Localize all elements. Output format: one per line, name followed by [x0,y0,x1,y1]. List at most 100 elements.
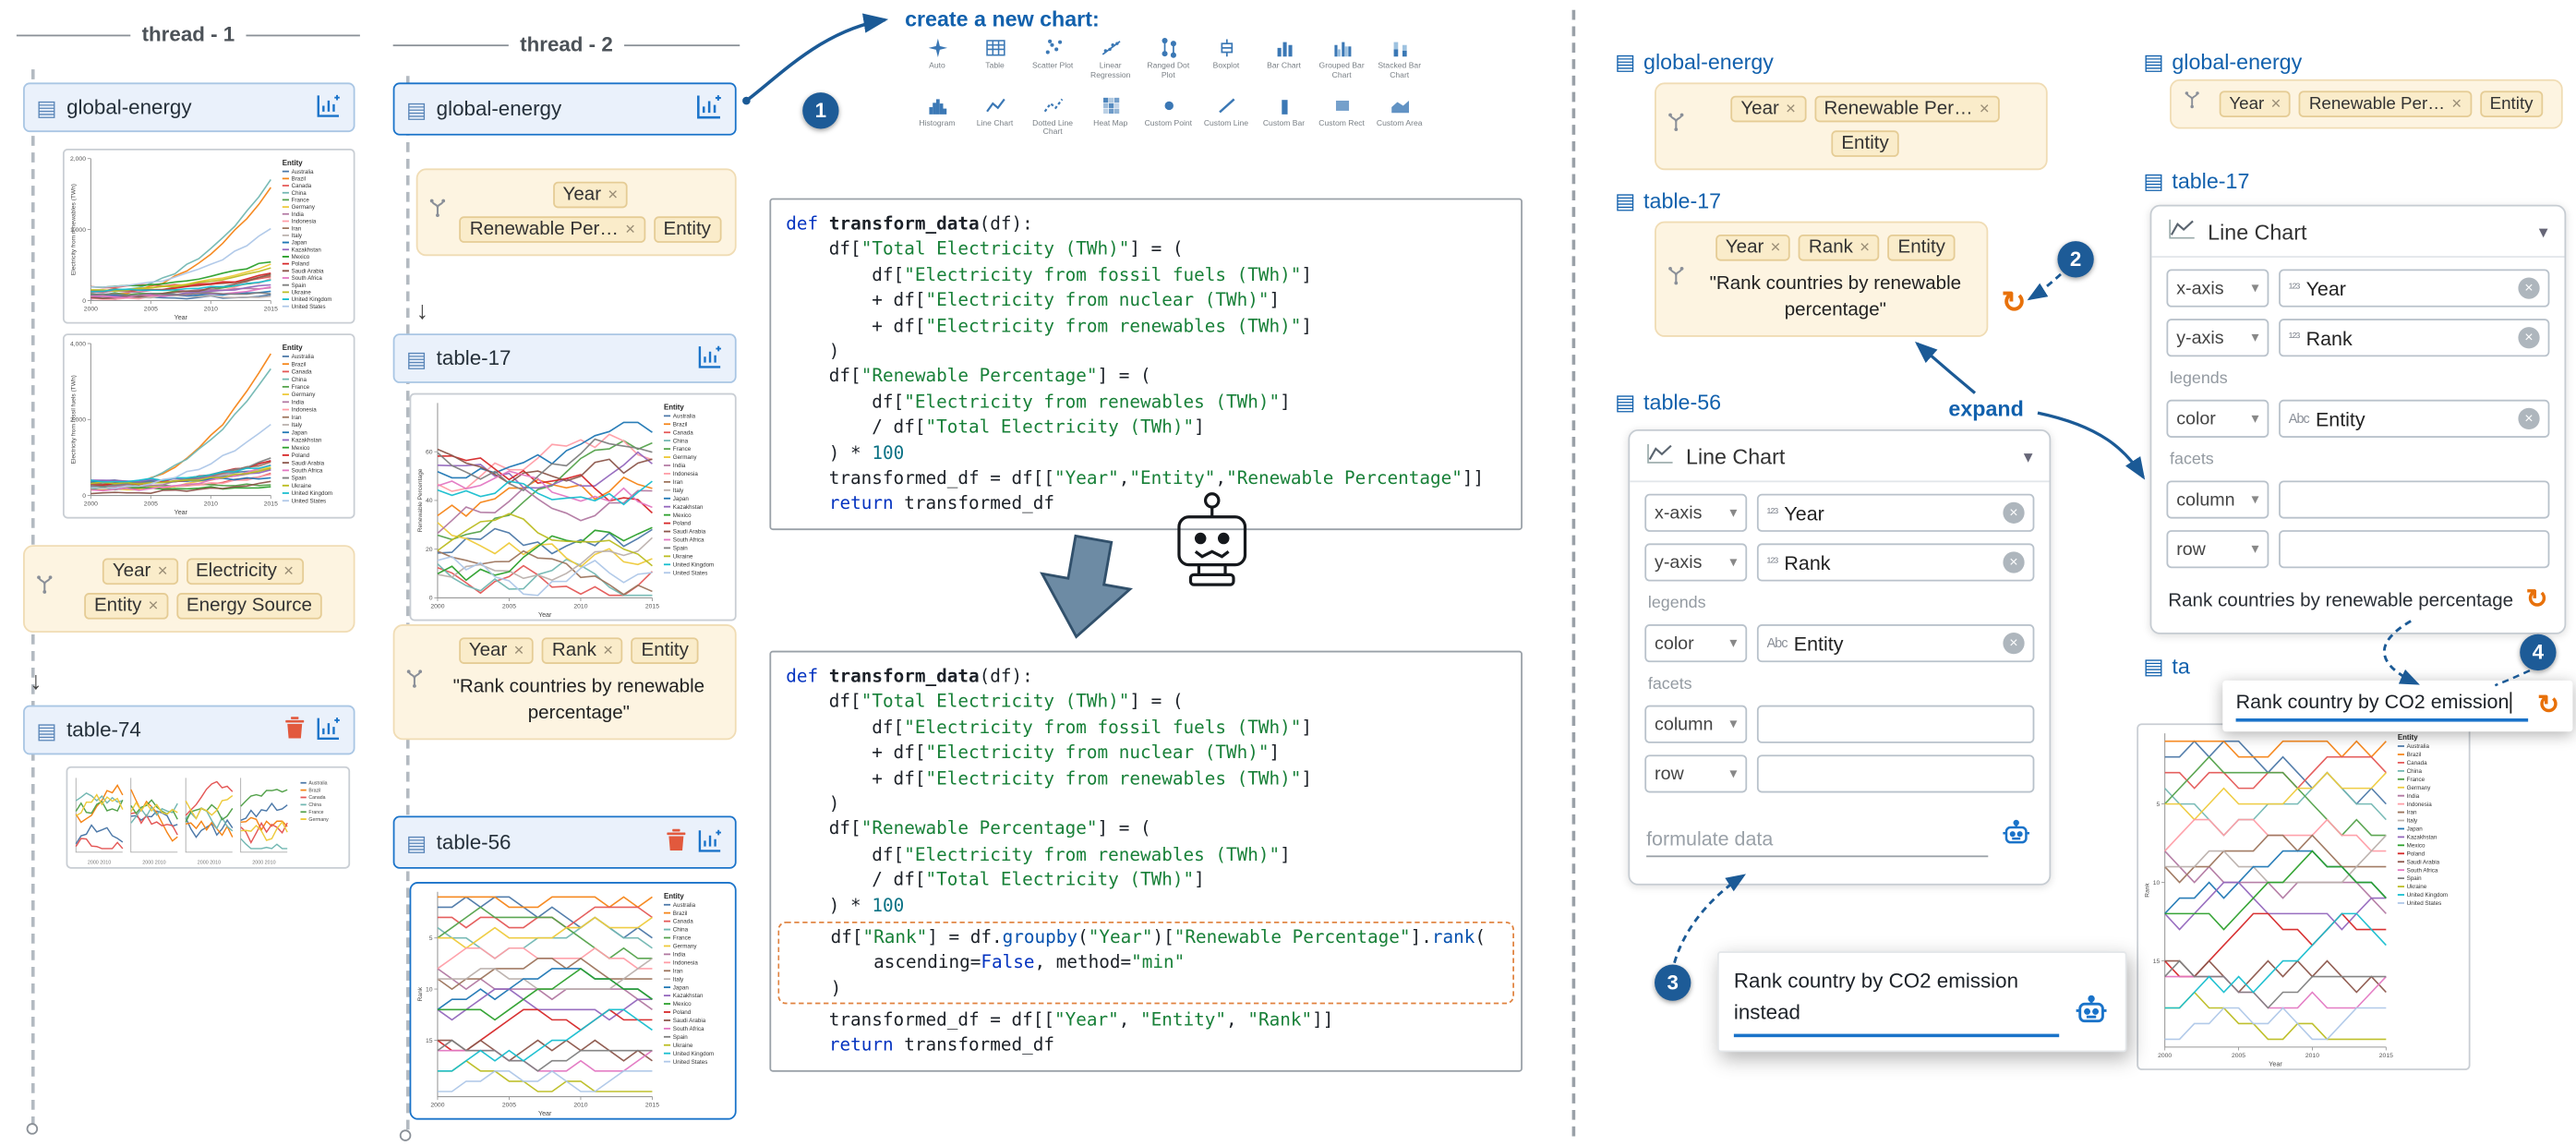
field-pill-entity[interactable]: Entity [1832,130,1899,157]
y-axis-field-pill[interactable]: ¹²³Rank× [1757,543,2034,581]
chart-thumbnail-renewables[interactable]: 01,0002,0002000200520102015Electricity f… [63,149,355,324]
table-card-56[interactable]: ▤ table-56 [393,815,737,868]
field-pill-entity[interactable]: Entity [632,637,699,664]
column-field-empty[interactable] [1757,706,2034,743]
column-channel-select[interactable]: column▾ [2166,480,2269,518]
field-pill-year[interactable]: Year× [459,637,534,664]
remove-icon[interactable]: × [1786,99,1796,118]
popup-input-text[interactable]: Rank country by CO2 emission instead [1734,966,2059,1036]
remove-icon[interactable]: × [149,597,159,616]
remove-field-icon[interactable]: × [2003,551,2024,573]
remove-icon[interactable]: × [158,561,168,581]
remove-field-icon[interactable]: × [2003,502,2024,524]
chart-type-dotted-line-chart[interactable]: Dotted Line Chart [1026,93,1080,139]
remove-icon[interactable]: × [608,185,618,204]
chart-type-selector[interactable]: Line Chart ▾ [1630,431,2049,482]
field-pill-renewable-per[interactable]: Renewable Per…× [2299,90,2472,117]
delete-table-icon[interactable] [284,715,306,744]
chart-thumbnail-table17[interactable]: 02040602000200520102015Renewable Percent… [410,393,737,621]
remove-icon[interactable]: × [1771,238,1781,258]
remove-icon[interactable]: × [283,561,294,581]
color-field-pill[interactable]: AbcEntity× [1757,624,2034,662]
row-field-empty[interactable] [1757,754,2034,792]
chart-type-linear-regression[interactable]: Linear Regression [1083,36,1138,81]
remove-icon[interactable]: × [2270,94,2281,114]
chart-thumbnail-fossil[interactable]: 02,0004,0002000200520102015Electricity f… [63,333,355,518]
remove-icon[interactable]: × [603,641,613,660]
formulate-data-input[interactable]: formulate data [1646,819,2032,857]
remove-field-icon[interactable]: × [2518,277,2539,298]
remove-field-icon[interactable]: × [2518,408,2539,429]
color-field-pill[interactable]: AbcEntity× [2279,400,2549,438]
add-chart-icon[interactable] [316,91,343,123]
field-pill-year[interactable]: Year× [2220,90,2292,117]
chart-type-stacked-bar-chart[interactable]: Stacked Bar Chart [1372,36,1426,81]
x-axis-field-pill[interactable]: ¹²³Year× [1757,494,2034,532]
y-axis-field-pill[interactable]: ¹²³Rank× [2279,319,2549,356]
remove-icon[interactable]: × [1980,99,1990,118]
chart-type-selector[interactable]: Line Chart ▾ [2151,207,2564,258]
chart-type-custom-line[interactable]: Custom Line [1198,93,1253,139]
field-pill-entity[interactable]: Entity [2480,90,2543,117]
chart-type-scatter-plot[interactable]: Scatter Plot [1026,36,1080,81]
table-header-17[interactable]: ▤ table-17 [1615,188,1721,213]
table-card-17[interactable]: ▤ table-17 [393,333,737,383]
dataset-card-global-energy[interactable]: ▤ global-energy [23,82,355,132]
delete-table-icon[interactable] [666,827,687,857]
add-chart-icon[interactable] [695,92,723,126]
x-axis-channel-select[interactable]: x-axis▾ [2166,270,2269,308]
column-channel-select[interactable]: column▾ [1644,706,1747,743]
prompt-edit-input[interactable]: Rank country by CO2 emission ↻ [2222,681,2572,731]
chart-type-heat-map[interactable]: Heat Map [1083,93,1138,139]
formulate-popup-input[interactable]: Rank country by CO2 emission instead [1717,951,2127,1051]
field-pill-year[interactable]: Year× [1715,235,1790,261]
field-pill-electricity[interactable]: Electricity× [186,558,304,585]
chart-thumbnail-facets[interactable]: 2000 20102000 20102000 20102000 2010Aust… [66,766,351,869]
chart-type-bar-chart[interactable]: Bar Chart [1257,36,1311,81]
x-axis-channel-select[interactable]: x-axis▾ [1644,494,1747,532]
table-header-partial[interactable]: ▤ ta [2143,654,2189,679]
remove-icon[interactable]: × [625,220,635,239]
chart-type-ranged-dot-plot[interactable]: Ranged Dot Plot [1141,36,1196,81]
row-channel-select[interactable]: row▾ [1644,754,1747,792]
add-chart-icon[interactable] [316,715,343,746]
rerun-derivation-icon[interactable]: ↻ [2537,693,2559,719]
remove-icon[interactable]: × [1860,238,1870,258]
chart-type-table[interactable]: Table [968,36,1022,81]
field-pill-entity[interactable]: Entity× [84,593,168,620]
field-pill-year[interactable]: Year× [102,558,177,585]
dataset-header-global-energy[interactable]: ▤ global-energy [2143,50,2302,75]
row-field-empty[interactable] [2279,530,2549,568]
y-axis-channel-select[interactable]: y-axis▾ [2166,319,2269,356]
remove-icon[interactable]: × [2451,94,2462,114]
chart-type-custom-point[interactable]: Custom Point [1141,93,1196,139]
chart-type-custom-bar[interactable]: Custom Bar [1257,93,1311,139]
dataset-card-global-energy[interactable]: ▤ global-energy [393,82,737,135]
chart-type-line-chart[interactable]: Line Chart [968,93,1022,139]
field-pill-year[interactable]: Year× [553,182,628,209]
table-header-17[interactable]: ▤ table-17 [2143,168,2249,193]
rerun-derivation-icon[interactable]: ↻ [2002,287,2027,317]
chart-type-boxplot[interactable]: Boxplot [1198,36,1253,81]
field-pill-rank[interactable]: Rank× [1799,235,1880,261]
y-axis-channel-select[interactable]: y-axis▾ [1644,543,1747,581]
row-channel-select[interactable]: row▾ [2166,530,2269,568]
table-card-74[interactable]: ▤ table-74 [23,706,355,755]
field-pill-entity[interactable]: Entity [1888,235,1956,261]
color-channel-select[interactable]: color▾ [1644,624,1747,662]
remove-icon[interactable]: × [514,641,524,660]
column-field-empty[interactable] [2279,480,2549,518]
chart-type-grouped-bar-chart[interactable]: Grouped Bar Chart [1315,36,1369,81]
field-pill-rank[interactable]: Rank× [542,637,623,664]
dataset-header-global-energy[interactable]: ▤ global-energy [1615,50,1774,75]
field-pill-entity[interactable]: Entity [654,216,721,243]
x-axis-field-pill[interactable]: ¹²³Year× [2279,270,2549,308]
field-pill-renewable-per[interactable]: Renewable Per…× [460,216,645,243]
add-chart-icon[interactable] [697,343,724,374]
field-pill-energy-source[interactable]: Energy Source [176,593,322,620]
chart-type-histogram[interactable]: Histogram [909,93,964,139]
prompt-input-text[interactable]: Rank country by CO2 emission [2236,691,2528,722]
table-header-56[interactable]: ▤ table-56 [1615,390,1721,415]
rerun-derivation-icon[interactable]: ↻ [2526,588,2548,615]
chart-thumbnail-table56[interactable]: 510152000200520102015RankYearEntityAustr… [410,882,737,1120]
